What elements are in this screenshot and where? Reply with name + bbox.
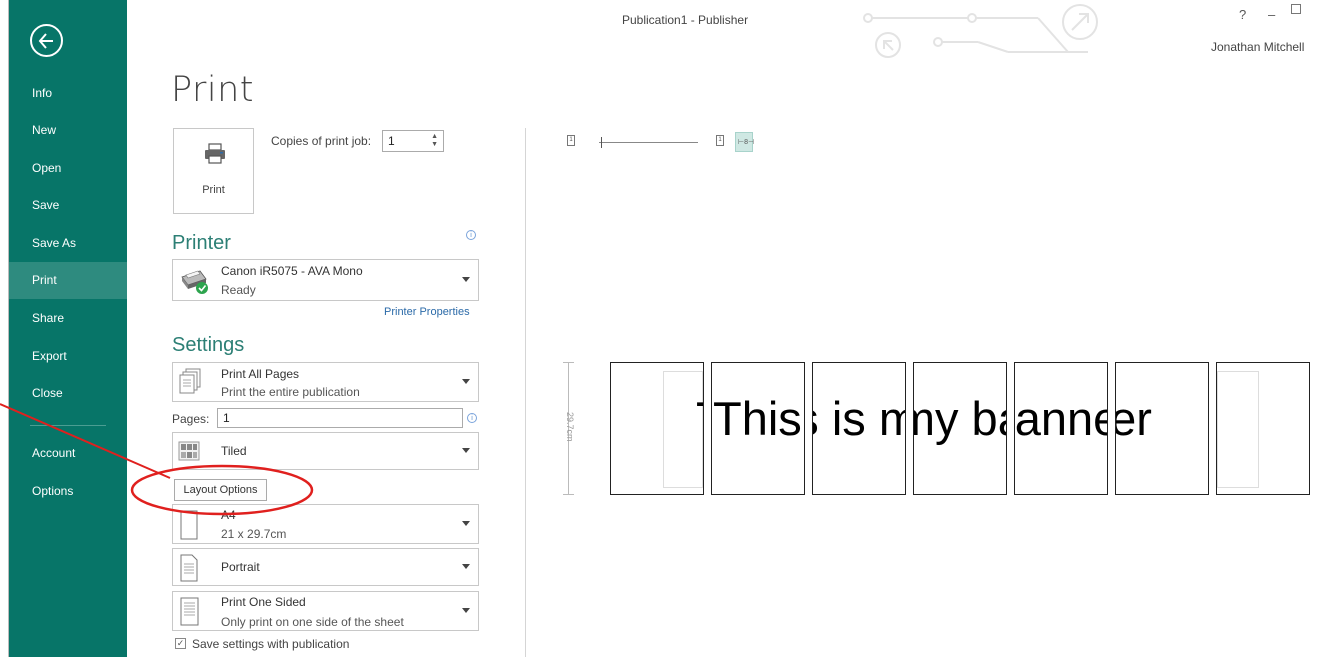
copies-spinner-icon[interactable]: ▲ ▼ — [431, 133, 438, 149]
copies-input[interactable]: 1 ▲ ▼ — [382, 130, 444, 152]
page-title: Print — [171, 70, 255, 110]
banner-text-fragment: This is my banner — [1014, 392, 1107, 445]
printer-section-title: Printer — [172, 232, 231, 254]
paper-size-title: A4 — [221, 508, 236, 522]
ruler-cap-bottom — [563, 494, 574, 495]
printer-dropdown[interactable]: Canon iR5075 - AVA Mono Ready — [172, 259, 479, 301]
maximize-button[interactable] — [1291, 4, 1301, 14]
chevron-down-icon — [462, 379, 470, 384]
actual-size-page-icon[interactable]: 1 — [716, 135, 724, 146]
save-settings-checkbox[interactable]: ✓ — [175, 638, 186, 649]
sides-subtitle: Only print on one side of the sheet — [221, 615, 404, 629]
printer-info-icon[interactable]: i — [466, 230, 476, 240]
print-button[interactable]: Print — [173, 128, 254, 214]
banner-tile: This is my banner — [913, 362, 1007, 495]
sidebar-item-print[interactable]: Print — [9, 262, 127, 299]
circuit-decoration-icon — [863, 4, 1098, 58]
chevron-down-icon — [462, 277, 470, 282]
print-pages-dropdown[interactable]: Print All Pages Print the entire publica… — [172, 362, 479, 402]
back-button[interactable] — [30, 24, 63, 57]
layout-title: Tiled — [221, 444, 247, 458]
pages-input[interactable]: 1 — [217, 408, 463, 428]
portrait-page-icon — [180, 554, 198, 582]
sides-dropdown[interactable]: Print One Sided Only print on one side o… — [172, 591, 479, 631]
layout-dropdown[interactable]: Tiled — [172, 432, 479, 470]
sidebar-item-account[interactable]: Account — [9, 435, 127, 472]
sidebar-item-options[interactable]: Options — [9, 473, 127, 510]
user-account-name[interactable]: Jonathan Mitchell — [1211, 40, 1304, 54]
backstage-sidebar: Info New Open Save Save As Print Share E… — [9, 0, 127, 657]
layout-options-button[interactable]: Layout Options — [174, 479, 267, 501]
banner-tile: This is my banner — [1014, 362, 1108, 495]
paper-size-dropdown[interactable]: A4 21 x 29.7cm — [172, 504, 479, 544]
sidebar-item-new[interactable]: New — [9, 112, 127, 149]
tiled-layout-icon — [178, 441, 200, 461]
banner-tile: This is my banner — [1216, 362, 1310, 495]
copies-value: 1 — [388, 134, 395, 148]
print-button-label: Print — [202, 184, 225, 196]
sidebar-divider — [30, 425, 106, 426]
sidebar-item-close[interactable]: Close — [9, 375, 127, 412]
ruler-label: 29.7cm — [565, 412, 575, 442]
printer-icon — [205, 143, 225, 164]
pages-info-icon[interactable]: i — [467, 413, 477, 423]
printer-properties-link[interactable]: Printer Properties — [384, 306, 470, 318]
minimize-button[interactable]: – — [1268, 7, 1275, 22]
tile-margin-guide — [1217, 371, 1259, 488]
banner-text-fragment: This is my banner — [914, 392, 1006, 445]
sidebar-item-share[interactable]: Share — [9, 300, 127, 337]
window-title: Publication1 - Publisher — [622, 13, 749, 27]
title-bar: Publication1 - Publisher ? – Jonathan Mi… — [128, 0, 1321, 60]
chevron-down-icon — [462, 521, 470, 526]
zoom-slider-thumb[interactable] — [601, 137, 602, 148]
orientation-dropdown[interactable]: Portrait — [172, 548, 479, 586]
sidebar-item-open[interactable]: Open — [9, 150, 127, 187]
sidebar-item-export[interactable]: Export — [9, 338, 127, 375]
chevron-down-icon — [462, 564, 470, 569]
help-button[interactable]: ? — [1239, 7, 1246, 22]
banner-tile: This is my banner — [812, 362, 906, 495]
banner-text-fragment: This is my banner — [813, 392, 905, 445]
multiple-sheets-button[interactable]: ⊢8⊣ — [735, 132, 755, 152]
banner-tile: This is my banner — [711, 362, 805, 495]
sidebar-item-info[interactable]: Info — [9, 75, 127, 112]
pages-stack-icon — [179, 368, 201, 394]
printer-name: Canon iR5075 - AVA Mono — [221, 264, 363, 278]
banner-text-fragment: This is my banner — [1116, 392, 1152, 445]
chevron-down-icon — [462, 448, 470, 453]
sidebar-item-save-as[interactable]: Save As — [9, 225, 127, 262]
print-pages-title: Print All Pages — [221, 367, 300, 381]
chevron-down-icon — [462, 608, 470, 613]
pages-value: 1 — [223, 411, 230, 425]
multiple-sheets-icon: ⊢8⊣ — [738, 139, 755, 146]
print-pages-subtitle: Print the entire publication — [221, 385, 360, 399]
banner-tile: This is my banner — [1115, 362, 1209, 495]
ruler-cap-top — [563, 362, 574, 363]
single-page-icon[interactable]: 1 — [567, 135, 575, 146]
settings-section-title: Settings — [172, 334, 245, 356]
paper-size-subtitle: 21 x 29.7cm — [221, 527, 287, 541]
banner-tile: This is my banner — [610, 362, 704, 495]
zoom-slider[interactable] — [599, 142, 698, 143]
orientation-title: Portrait — [221, 560, 260, 574]
arrow-left-icon — [38, 33, 53, 49]
sidebar-item-save[interactable]: Save — [9, 187, 127, 224]
banner-text-fragment: This is my banner — [696, 391, 703, 446]
save-settings-label: Save settings with publication — [192, 637, 350, 651]
banner-text-fragment: This is my banner — [713, 392, 804, 445]
paper-sheet-icon — [180, 510, 198, 540]
copies-label: Copies of print job: — [271, 134, 372, 148]
printer-ready-icon — [181, 270, 208, 294]
panel-divider — [525, 128, 526, 657]
one-sided-page-icon — [180, 597, 199, 626]
printer-status: Ready — [221, 283, 256, 297]
sides-title: Print One Sided — [221, 595, 306, 609]
pages-label: Pages: — [172, 412, 210, 426]
